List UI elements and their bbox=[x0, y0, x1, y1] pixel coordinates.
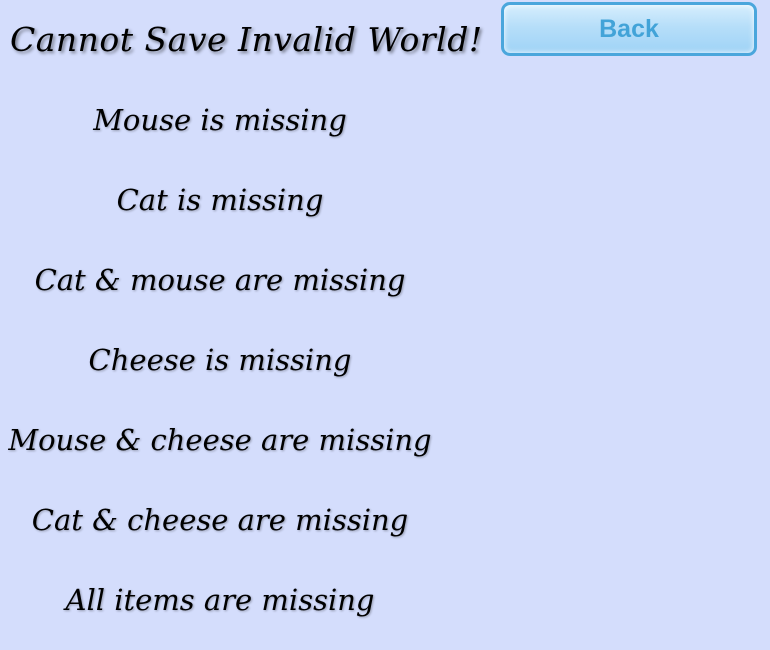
message-cat-mouse-missing[interactable]: Cat & mouse are missing bbox=[0, 263, 440, 297]
message-mouse-missing[interactable]: Mouse is missing bbox=[0, 103, 440, 137]
back-button-label: Back bbox=[599, 14, 659, 43]
message-cat-missing[interactable]: Cat is missing bbox=[0, 183, 440, 217]
page-title: Cannot Save Invalid World! bbox=[10, 20, 483, 59]
message-cheese-missing[interactable]: Cheese is missing bbox=[0, 343, 440, 377]
message-cat-cheese-missing[interactable]: Cat & cheese are missing bbox=[0, 503, 440, 537]
back-button[interactable]: Back bbox=[501, 2, 757, 56]
message-mouse-cheese-missing[interactable]: Mouse & cheese are missing bbox=[0, 423, 440, 457]
message-all-missing[interactable]: All items are missing bbox=[0, 583, 440, 617]
